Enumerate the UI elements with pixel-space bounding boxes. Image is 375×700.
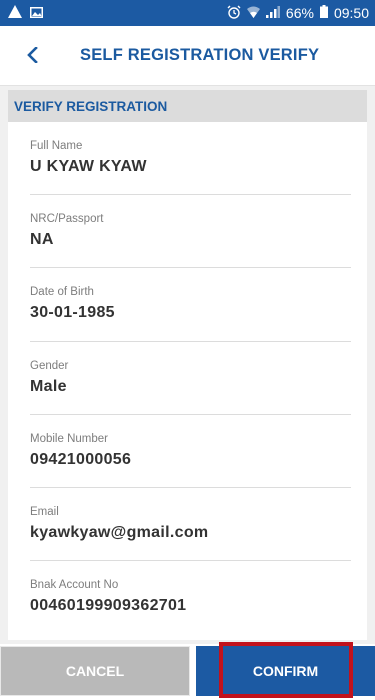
verify-content: VERIFY REGISTRATION Full Name U KYAW KYA… — [0, 86, 375, 644]
field-date-of-birth: Date of Birth 30-01-1985 — [30, 268, 351, 342]
field-value: 30-01-1985 — [30, 304, 115, 322]
cancel-button[interactable]: CANCEL — [0, 646, 190, 696]
battery-icon — [319, 5, 328, 21]
field-label: Full Name — [30, 140, 83, 152]
page-title: SELF REGISTRATION VERIFY — [80, 46, 320, 64]
app-bar: SELF REGISTRATION VERIFY — [0, 26, 375, 86]
clock-time: 09:50 — [333, 5, 369, 21]
field-email: Email kyawkyaw@gmail.com — [30, 488, 351, 562]
field-value: 00460199909362701 — [30, 597, 187, 615]
field-value: NA — [30, 231, 54, 249]
wifi-icon — [246, 5, 260, 21]
field-label: Mobile Number — [30, 432, 108, 445]
field-nrc-passport: NRC/Passport NA — [30, 195, 351, 269]
section-header: VERIFY REGISTRATION — [8, 90, 367, 122]
confirm-button[interactable]: CONFIRM — [196, 646, 375, 696]
field-gender: Gender Male — [30, 342, 351, 415]
status-left — [8, 5, 43, 21]
warning-icon — [8, 5, 22, 21]
gallery-icon — [30, 5, 43, 21]
field-label: Email — [30, 505, 59, 518]
field-full-name: Full Name U KYAW KYAW — [30, 122, 351, 196]
field-bank-account-no: Bnak Account No 00460199909362701 — [30, 561, 351, 634]
field-label: Bnak Account No — [30, 579, 119, 592]
battery-percent: 66% — [285, 5, 314, 21]
back-arrow-icon[interactable] — [18, 40, 48, 70]
field-mobile-number: Mobile Number 09421000056 — [30, 415, 351, 488]
registration-details-card: Full Name U KYAW KYAW NRC/Passport NA Da… — [8, 122, 367, 640]
field-value: kyawkyaw@gmail.com — [30, 523, 209, 541]
signal-icon — [265, 5, 280, 21]
field-value: 09421000056 — [30, 450, 132, 468]
field-label: Gender — [30, 359, 69, 372]
field-label: Date of Birth — [30, 286, 94, 299]
status-right: 66% 09:50 — [227, 5, 369, 22]
field-label: NRC/Passport — [30, 213, 104, 226]
field-value: Male — [30, 377, 67, 395]
status-bar: 66% 09:50 — [0, 0, 375, 26]
alarm-icon — [227, 5, 241, 22]
bottom-action-bar: CANCEL CONFIRM — [0, 644, 375, 700]
field-value: U KYAW KYAW — [30, 158, 147, 175]
